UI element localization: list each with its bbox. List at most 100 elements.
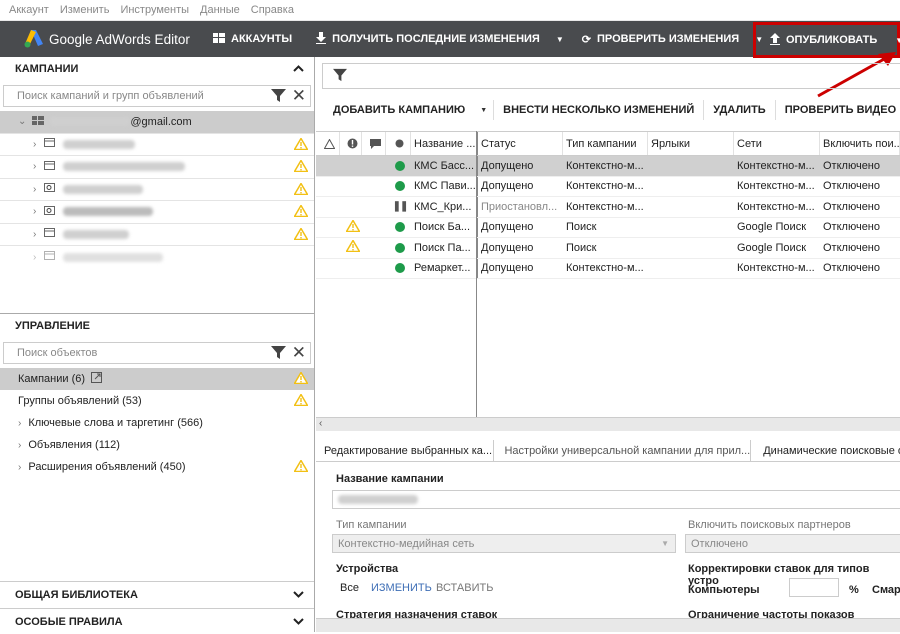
tree-campaign-row[interactable]: ›	[0, 179, 314, 201]
mgmt-item-extensions[interactable]: › Расширения объявлений (450)	[0, 456, 314, 478]
filter-icon[interactable]	[271, 345, 286, 363]
expand-chevron-icon[interactable]: ⌄	[18, 116, 26, 127]
col-status[interactable]: Статус	[477, 132, 563, 155]
expand-chevron-icon[interactable]: ›	[33, 184, 36, 195]
filter-icon[interactable]	[271, 88, 286, 106]
mgmt-item-campaigns[interactable]: Кампании (6)	[0, 368, 314, 390]
menu-edit[interactable]: Изменить	[60, 4, 110, 16]
expand-chevron-icon[interactable]: ›	[33, 206, 36, 217]
col-search-partners[interactable]: Включить пои...	[820, 132, 900, 155]
add-campaign-button[interactable]: ДОБАВИТЬ КАМПАНИЮ	[324, 96, 474, 124]
menu-data[interactable]: Данные	[200, 4, 240, 16]
accounts-button[interactable]: АККАУНТЫ	[203, 21, 302, 57]
devices-paste-link[interactable]: ВСТАВИТЬ	[436, 582, 493, 594]
cell-comment	[362, 156, 386, 176]
tree-campaign-row[interactable]: ›	[0, 224, 314, 246]
collapse-down-icon[interactable]	[293, 589, 304, 601]
expand-chevron-icon[interactable]: ›	[33, 139, 36, 150]
grid-actions: ДОБАВИТЬ КАМПАНИЮ ▼ ВНЕСТИ НЕСКОЛЬКО ИЗМ…	[324, 96, 900, 124]
menu-help[interactable]: Справка	[251, 4, 294, 16]
campaign-name-field[interactable]	[332, 490, 900, 509]
col-status-icon[interactable]	[386, 132, 411, 155]
tree-campaign-row[interactable]: ›	[0, 246, 314, 269]
active-status-icon	[395, 181, 405, 192]
menu-tools[interactable]: Инструменты	[120, 4, 189, 16]
campaign-search-placeholder: Поиск кампаний и групп объявлений	[17, 90, 204, 102]
campaign-name-blurred	[63, 252, 164, 262]
delete-button[interactable]: УДАЛИТЬ	[704, 96, 774, 124]
tree-campaign-row[interactable]: ›	[0, 156, 314, 179]
clear-icon[interactable]: ✕	[292, 343, 306, 363]
mgmt-item-ads[interactable]: › Объявления (112)	[0, 434, 314, 456]
check-changes-label: ПРОВЕРИТЬ ИЗМЕНЕНИЯ	[596, 33, 740, 45]
grid-row[interactable]: Поиск Ба... Допущено Поиск Google Поиск Откл…	[316, 217, 900, 238]
grid-row[interactable]: ❚❚ КМС_Кри... Приостановл... Контекстно-м..…	[316, 197, 900, 218]
col-labels[interactable]: Ярлыки	[648, 132, 734, 155]
col-type[interactable]: Тип кампании	[563, 132, 648, 155]
rules-panel-header[interactable]: ОСОБЫЕ ПРАВИЛА	[0, 608, 314, 634]
cell-warning	[316, 218, 340, 238]
account-email-blurred	[50, 117, 131, 127]
bulk-changes-button[interactable]: ВНЕСТИ НЕСКОЛЬКО ИЗМЕНЕНИЙ	[494, 96, 703, 124]
publish-dropdown-icon[interactable]: ▼	[889, 36, 900, 45]
col-warning-icon[interactable]	[316, 132, 340, 155]
rules-panel-title: ОСОБЫЕ ПРАВИЛА	[15, 615, 123, 628]
cell-name: КМС_Кри...	[414, 200, 472, 213]
grid-header-row: Название ... Статус Тип кампании Ярлыки …	[316, 132, 900, 156]
tree-campaign-row[interactable]: ›	[0, 201, 314, 224]
expand-chevron-icon[interactable]: ›	[33, 229, 36, 240]
library-panel-header[interactable]: ОБЩАЯ БИБЛИОТЕКА	[0, 582, 314, 608]
edit-scrollbar[interactable]	[316, 618, 900, 632]
expand-chevron-icon[interactable]: ›	[18, 418, 21, 429]
tab-edit-selected[interactable]: Редактирование выбранных ка...	[316, 440, 495, 461]
mgmt-item-keywords[interactable]: › Ключевые слова и таргетинг (566)	[0, 412, 314, 434]
menu-account[interactable]: Аккаунт	[9, 4, 49, 16]
expand-chevron-icon[interactable]: ›	[18, 440, 21, 451]
collapse-up-icon[interactable]	[293, 63, 304, 75]
tab-dynamic-search[interactable]: Динамические поисковые о	[751, 440, 900, 461]
campaigns-panel-header[interactable]: КАМПАНИИ	[0, 57, 314, 81]
cell-name: Ремаркет...	[414, 262, 471, 275]
tree-campaign-row[interactable]: ›	[0, 134, 314, 156]
search-partners-select[interactable]: Отключено	[685, 534, 900, 553]
grid-row[interactable]: КМС Пави... Допущено Контекстно-м... Контек…	[316, 176, 900, 197]
col-comment-icon[interactable]	[362, 132, 386, 155]
tree-account-row[interactable]: ⌄ @gmail.com	[0, 111, 314, 134]
object-search-input[interactable]: Поиск объектов ✕	[3, 342, 311, 364]
computers-bid-input[interactable]	[789, 578, 839, 597]
clear-icon[interactable]: ✕	[292, 86, 306, 106]
expand-chevron-icon[interactable]: ›	[33, 252, 36, 263]
expand-chevron-icon[interactable]: ›	[33, 161, 36, 172]
check-changes-button[interactable]: ⟳ ПРОВЕРИТЬ ИЗМЕНЕНИЯ	[570, 21, 749, 57]
horizontal-scrollbar[interactable]: ‹	[316, 417, 900, 431]
col-name[interactable]: Название ...	[411, 132, 477, 155]
devices-change-link[interactable]: ИЗМЕНИТЬ	[371, 582, 432, 594]
cell-networks: Контекстно-м...	[737, 200, 815, 213]
management-panel-header[interactable]: УПРАВЛЕНИЕ	[0, 314, 314, 338]
grid-row[interactable]: КМС Басс... Допущено Контекстно-м... Контек…	[316, 156, 900, 177]
add-campaign-dropdown-icon[interactable]: ▼	[474, 107, 493, 114]
search-partners-label: Включить поисковых партнеров	[688, 519, 851, 531]
col-error-icon[interactable]	[340, 132, 362, 155]
collapse-down-icon[interactable]	[293, 616, 304, 628]
grid-row[interactable]: Поиск Па... Допущено Поиск Google Поиск Откл…	[316, 238, 900, 259]
grid-row[interactable]: Ремаркет... Допущено Контекстно-м... Контек…	[316, 258, 900, 279]
col-networks[interactable]: Сети	[734, 132, 820, 155]
expand-chevron-icon[interactable]: ›	[18, 462, 21, 473]
campaign-name-blurred	[63, 162, 186, 172]
grid-filter-bar[interactable]	[322, 63, 900, 89]
mgmt-item-ad-groups[interactable]: Группы объявлений (53)	[0, 390, 314, 412]
get-changes-dropdown-icon[interactable]: ▼	[550, 35, 570, 44]
campaign-type-select[interactable]: Контекстно-медийная сеть ▼	[332, 534, 676, 553]
cell-status: Допущено	[477, 217, 563, 237]
tab-universal-app[interactable]: Настройки универсальной кампании для при…	[494, 440, 752, 461]
upload-icon	[770, 32, 780, 48]
cell-warning	[316, 238, 340, 258]
campaign-search-input[interactable]: Поиск кампаний и групп объявлений ✕	[3, 85, 311, 107]
get-changes-button[interactable]: ПОЛУЧИТЬ ПОСЛЕДНИЕ ИЗМЕНЕНИЯ	[302, 21, 550, 57]
open-external-icon[interactable]	[91, 372, 103, 386]
filter-icon[interactable]	[333, 68, 347, 85]
scroll-left-icon[interactable]: ‹	[319, 418, 322, 429]
check-video-button[interactable]: ПРОВЕРИТЬ ВИДЕО	[776, 96, 900, 124]
search-partners-value: Отключено	[691, 537, 748, 550]
